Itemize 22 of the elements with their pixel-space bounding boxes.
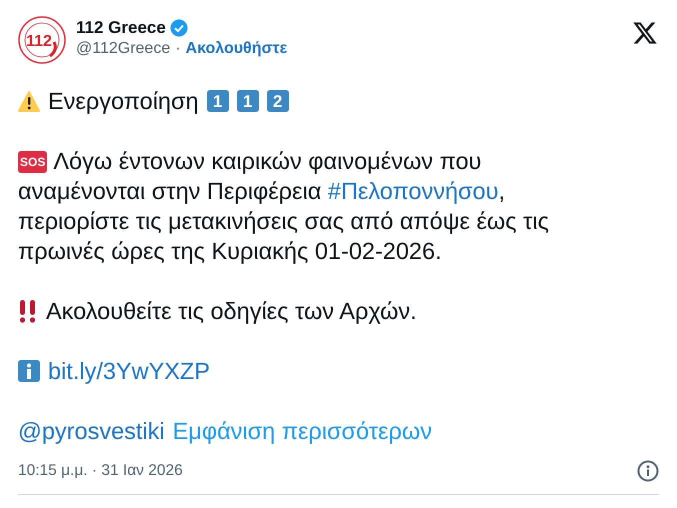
sos-badge: SOS	[18, 151, 48, 173]
info-icon	[18, 360, 40, 382]
tweet-text: Ακολουθείτε τις οδηγίες των Αρχών.	[46, 297, 417, 326]
info-icon[interactable]	[637, 460, 659, 482]
avatar-logo[interactable]: 112	[18, 16, 66, 64]
mention-link[interactable]: @pyrosvestiki	[18, 416, 165, 446]
author-handle[interactable]: @112Greece	[76, 40, 170, 58]
hashtag-link[interactable]: #Πελοποννήσου	[328, 178, 498, 204]
tweet-text: Ενεργοποίηση	[48, 87, 199, 116]
warning-icon	[18, 90, 40, 112]
show-more-link[interactable]: Εμφάνιση περισσότερων	[172, 416, 432, 446]
keycap-digit: 1	[206, 90, 229, 112]
double-exclamation-icon	[18, 299, 38, 323]
timestamp[interactable]: 10:15 μ.μ. · 31 Ιαν 2026	[18, 462, 183, 480]
tweet-paragraph: SOS Λόγω έντονων καιρικών φαινομένων που αναμένονται στην Περιφέρεια #Πελοποννήσου, περιορίστε τις μετακινήσεις σας από απόψε έως τις πρωινές ώρες της Κυριακής 01-02-2026.	[18, 147, 550, 266]
x-logo-icon[interactable]	[631, 20, 659, 46]
separator-dot: ·	[175, 40, 181, 58]
keycap-digit: 2	[266, 90, 289, 112]
follow-link[interactable]: Ακολουθήστε	[186, 40, 288, 58]
short-link[interactable]: bit.ly/3YwYXZP	[48, 356, 210, 386]
author-name[interactable]: 112 Greece	[76, 18, 166, 38]
keycap-digit: 1	[236, 90, 259, 112]
